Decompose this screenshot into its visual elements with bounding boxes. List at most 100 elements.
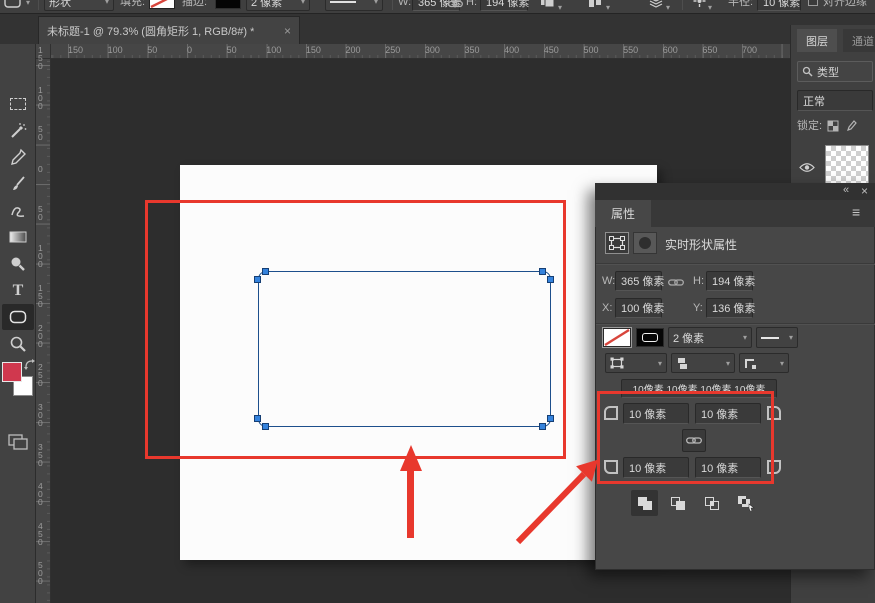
stroke-swatch[interactable]	[215, 0, 241, 9]
layer-filter-field[interactable]: 类型	[797, 61, 873, 82]
h-ruler-label: 100	[266, 45, 281, 55]
v-ruler-label: 2 5 0	[38, 363, 43, 387]
stroke-style-dropdown[interactable]: ▾	[325, 0, 383, 11]
pathop-exclude-button[interactable]	[732, 490, 759, 516]
fill-label: 填充:	[120, 0, 145, 9]
panel-menu-icon[interactable]: ≡	[852, 204, 860, 220]
x-input[interactable]: 100 像素	[615, 298, 662, 318]
w-input[interactable]: 365 像素	[615, 271, 662, 291]
shape-properties-button[interactable]	[605, 232, 629, 254]
visibility-eye-icon[interactable]	[799, 162, 815, 173]
chevron-down-icon: ▾	[606, 3, 610, 12]
vertical-ruler[interactable]: 1 5 01 0 05 005 01 0 01 5 02 0 02 5 03 0…	[36, 59, 51, 603]
fill-swatch[interactable]	[149, 0, 175, 9]
rounded-rectangle-tool[interactable]	[2, 304, 34, 330]
align-edges-checkbox[interactable]	[808, 0, 818, 6]
swap-colors-icon[interactable]	[24, 357, 35, 375]
zoom-tool[interactable]	[2, 331, 34, 357]
type-tool[interactable]: T	[2, 278, 34, 304]
v-ruler-label: 1 5 0	[38, 284, 43, 308]
h-ruler-label: 350	[465, 45, 480, 55]
close-panel-icon[interactable]: ×	[861, 184, 868, 198]
search-icon	[802, 66, 813, 77]
lock-pixels-icon[interactable]	[845, 120, 857, 133]
path-alignment-icon[interactable]	[588, 0, 603, 13]
path-operations-icon[interactable]	[540, 0, 555, 13]
x-label: X:	[602, 301, 612, 315]
gradient-tool[interactable]	[2, 224, 34, 250]
path-arrangement-icon[interactable]	[648, 0, 664, 13]
blend-mode-dropdown[interactable]: 正常	[797, 90, 873, 111]
smudge-icon	[8, 201, 28, 221]
width-label: W:	[398, 0, 411, 9]
stroke-caps-dropdown[interactable]: ▾	[671, 353, 735, 373]
chevron-down-icon: ▾	[658, 359, 662, 368]
tab-layers[interactable]: 图层	[797, 29, 837, 52]
stroke-style-dropdown[interactable]: ▾	[756, 327, 798, 348]
pathop-intersect-icon	[704, 496, 720, 511]
collapse-panel-icon[interactable]: «	[843, 184, 849, 196]
stroke-swatch[interactable]	[636, 328, 664, 347]
h-ruler-label: 200	[346, 45, 361, 55]
document-title: 未标题-1 @ 79.3% (圆角矩形 1, RGB/8#) *	[47, 23, 254, 39]
mixer-brush-tool[interactable]	[2, 198, 34, 224]
stroke-align-dropdown[interactable]: ▾	[605, 353, 667, 373]
stroke-width-dropdown[interactable]: 2 像素▾	[668, 327, 752, 348]
h-ruler-label: 150	[68, 45, 83, 55]
h-ruler-label: 300	[425, 45, 440, 55]
stroke-width-dropdown[interactable]: 2 像素▾	[246, 0, 310, 11]
dodge-tool[interactable]	[2, 251, 34, 277]
annotation-arrow-diagonal	[510, 448, 610, 548]
h-ruler-label: 450	[544, 45, 559, 55]
tool-preset-icon[interactable]	[4, 0, 22, 14]
tab-channels[interactable]: 通道	[843, 29, 875, 52]
v-ruler-label: 1 0 0	[38, 244, 43, 268]
close-icon[interactable]: ×	[284, 24, 291, 38]
foreground-color-swatch[interactable]	[2, 362, 22, 382]
horizontal-ruler[interactable]: 1501005005010015020025030035040045050055…	[51, 44, 790, 59]
marquee-tool[interactable]	[2, 91, 34, 117]
height-input[interactable]: 194 像素	[480, 0, 528, 11]
link-dimensions-icon[interactable]	[448, 0, 463, 14]
lock-transparency-icon[interactable]	[827, 120, 840, 133]
radius-input[interactable]: 10 像素	[757, 0, 801, 11]
stroke-corners-dropdown[interactable]: ▾	[739, 353, 789, 373]
chevron-down-icon: ▾	[780, 359, 784, 368]
document-tab[interactable]: 未标题-1 @ 79.3% (圆角矩形 1, RGB/8#) * ×	[38, 16, 300, 44]
geometry-options-icon[interactable]	[692, 0, 707, 13]
screen-mode-icon[interactable]	[8, 434, 28, 455]
stroke-style-preview	[330, 1, 356, 3]
v-ruler-label: 0	[38, 165, 43, 173]
tab-properties[interactable]: 属性	[595, 200, 651, 227]
h-ruler-label: 100	[108, 45, 123, 55]
photoshop-window: ▾ 形状▾ 填充: 描边: 2 像素▾ ▾ W: 365 像素	[0, 0, 875, 603]
h-label: H:	[693, 274, 704, 288]
h-ruler-label: 250	[385, 45, 400, 55]
v-ruler-label: 5 0	[38, 205, 43, 221]
v-ruler-label: 3 0 0	[38, 403, 43, 427]
eyedropper-tool[interactable]	[2, 144, 34, 170]
h-input[interactable]: 194 像素	[706, 271, 753, 291]
tool-mode-dropdown[interactable]: 形状▾	[44, 0, 114, 11]
height-label: H:	[466, 0, 477, 9]
v-ruler-label: 2 0 0	[38, 324, 43, 348]
pathop-intersect-button[interactable]	[698, 490, 725, 516]
pathop-combine-button[interactable]	[631, 490, 658, 516]
chevron-down-icon: ▾	[743, 333, 747, 342]
y-input[interactable]: 136 像素	[706, 298, 753, 318]
pathop-subtract-button[interactable]	[664, 490, 691, 516]
spot-healing-tool[interactable]	[2, 118, 34, 144]
annotation-arrow-up-head	[400, 445, 422, 471]
stroke-preview	[642, 333, 658, 342]
h-ruler-label: 50	[227, 45, 237, 55]
magnifier-icon	[8, 334, 28, 354]
mask-properties-button[interactable]	[633, 232, 657, 254]
link-wh-icon[interactable]	[668, 275, 684, 293]
h-ruler-label: 400	[504, 45, 519, 55]
brush-tool[interactable]	[2, 171, 34, 197]
fill-swatch[interactable]	[603, 328, 631, 347]
chevron-down-icon[interactable]: ▾	[26, 0, 30, 7]
brush-icon	[8, 174, 28, 194]
lock-options-row: 锁定:	[797, 119, 857, 133]
v-ruler-label: 1 5 0	[38, 46, 43, 70]
